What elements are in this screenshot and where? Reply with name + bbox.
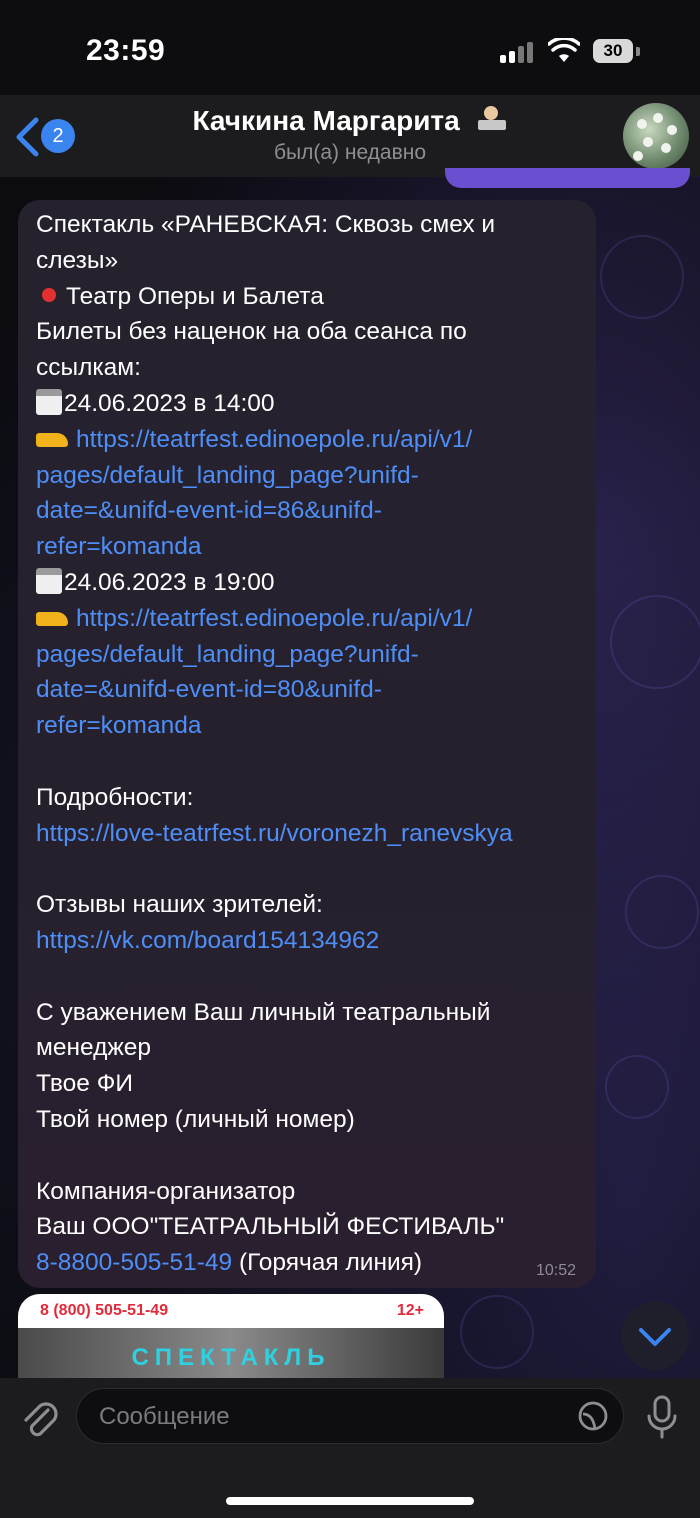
message-line: Твое ФИ xyxy=(36,1070,133,1098)
poster-phone: 8 (800) 505-51-49 xyxy=(40,1302,169,1319)
calendar-emoji-icon xyxy=(36,567,62,594)
ticket-link-2[interactable]: https://teatrfest.edinoepole.ru/api/v1/ xyxy=(76,605,472,632)
calendar-emoji-icon xyxy=(36,388,62,415)
wallpaper-doodle xyxy=(460,1295,534,1369)
message-line: Твой номер (личный номер) xyxy=(36,1105,355,1133)
contact-last-seen: был(а) недавно xyxy=(273,141,427,164)
message-line: ссылкам: xyxy=(36,354,141,382)
session-date-2: 24.06.2023 в 19:00 xyxy=(64,568,275,596)
message-line: Билеты без наценок на оба сеанса по xyxy=(36,318,467,346)
ticket-link-1[interactable]: pages/default_landing_page?unifd- xyxy=(36,458,591,494)
message-line: менеджер xyxy=(36,1034,152,1062)
hotline-label: (Горячая линия) xyxy=(232,1249,423,1277)
message-line: Компания-организатор xyxy=(36,1177,296,1205)
avatar[interactable] xyxy=(623,103,689,169)
contact-name[interactable]: Качкина Маргарита xyxy=(0,105,700,137)
message-line: 8-8800-505-51-49 (Горячая линия) xyxy=(36,1245,591,1281)
message-line: Театр Оперы и Балета xyxy=(36,279,591,315)
message-input-placeholder: Сообщение xyxy=(99,1403,230,1430)
ticket-link-1[interactable]: refer=komanda xyxy=(36,529,591,565)
battery-tip xyxy=(636,47,640,56)
venue-text: Театр Оперы и Балета xyxy=(66,282,324,310)
home-indicator[interactable] xyxy=(226,1497,474,1505)
ticket-link-2[interactable]: refer=komanda xyxy=(36,708,591,744)
message-line: 24.06.2023 в 14:00 xyxy=(36,386,591,422)
hotline-phone-link[interactable]: 8-8800-505-51-49 xyxy=(36,1249,232,1276)
message-input[interactable]: Сообщение xyxy=(76,1388,624,1444)
wallpaper-doodle xyxy=(625,875,699,949)
paperclip-icon[interactable] xyxy=(18,1396,58,1440)
message-line: Подробности: xyxy=(36,783,194,811)
message-line: Отзывы наших зрителей: xyxy=(36,891,323,919)
message-line: Ваш ООО"ТЕАТРАЛЬНЫЙ ФЕСТИВАЛЬ" xyxy=(36,1213,505,1241)
cellular-signal-icon xyxy=(500,42,533,63)
wallpaper-doodle xyxy=(600,235,684,319)
contact-name-text: Качкина Маргарита xyxy=(192,105,460,136)
shoe-emoji-icon xyxy=(36,432,68,447)
details-link[interactable]: https://love-teatrfest.ru/voronezh_ranev… xyxy=(36,816,591,852)
message-text: Спектакль «РАНЕВСКАЯ: Сквозь смех и слез… xyxy=(36,207,591,1281)
shoe-emoji-icon xyxy=(36,611,68,626)
poster-title: СПЕКТАКЛЬ xyxy=(131,1344,331,1371)
reviews-link[interactable]: https://vk.com/board154134962 xyxy=(36,923,591,959)
ticket-link-2[interactable]: pages/default_landing_page?unifd- xyxy=(36,637,591,673)
message-line: С уважением Ваш личный театральный xyxy=(36,998,491,1026)
wallpaper-doodle xyxy=(610,595,700,689)
ticket-link-2[interactable]: date=&unifd-event-id=80&unifd- xyxy=(36,672,591,708)
incoming-message-bubble[interactable]: Спектакль «РАНЕВСКАЯ: Сквозь смех и слез… xyxy=(18,200,596,1288)
ticket-link-1[interactable]: date=&unifd-event-id=86&unifd- xyxy=(36,493,591,529)
message-line: 24.06.2023 в 19:00 xyxy=(36,565,591,601)
message-line: слезы» xyxy=(36,246,119,274)
poster-age-rating: 12+ xyxy=(396,1302,424,1319)
wifi-icon xyxy=(548,38,580,62)
wallpaper-doodle xyxy=(605,1055,669,1119)
pin-emoji-icon xyxy=(42,287,56,302)
message-timestamp: 10:52 xyxy=(535,1262,576,1279)
laptop-person-emoji-icon xyxy=(474,106,508,132)
status-time: 23:59 xyxy=(86,34,166,67)
ticket-link-1[interactable]: https://teatrfest.edinoepole.ru/api/v1/ xyxy=(76,426,472,453)
outgoing-message-bubble[interactable] xyxy=(445,168,690,188)
session-date-1: 24.06.2023 в 14:00 xyxy=(64,389,275,417)
message-line: https://teatrfest.edinoepole.ru/api/v1/ xyxy=(36,601,591,637)
scroll-down-button[interactable] xyxy=(621,1302,689,1370)
sticker-icon[interactable] xyxy=(577,1400,609,1432)
battery-icon: 30 xyxy=(593,39,633,63)
message-line: Спектакль «РАНЕВСКАЯ: Сквозь смех и xyxy=(36,211,496,238)
microphone-icon[interactable] xyxy=(644,1394,680,1440)
chevron-down-icon xyxy=(639,1328,671,1346)
chat-header: 2 Качкина Маргарита был(а) недавно xyxy=(0,95,700,177)
message-line: https://teatrfest.edinoepole.ru/api/v1/ xyxy=(36,422,591,458)
status-bar: 23:59 30 xyxy=(0,0,700,100)
